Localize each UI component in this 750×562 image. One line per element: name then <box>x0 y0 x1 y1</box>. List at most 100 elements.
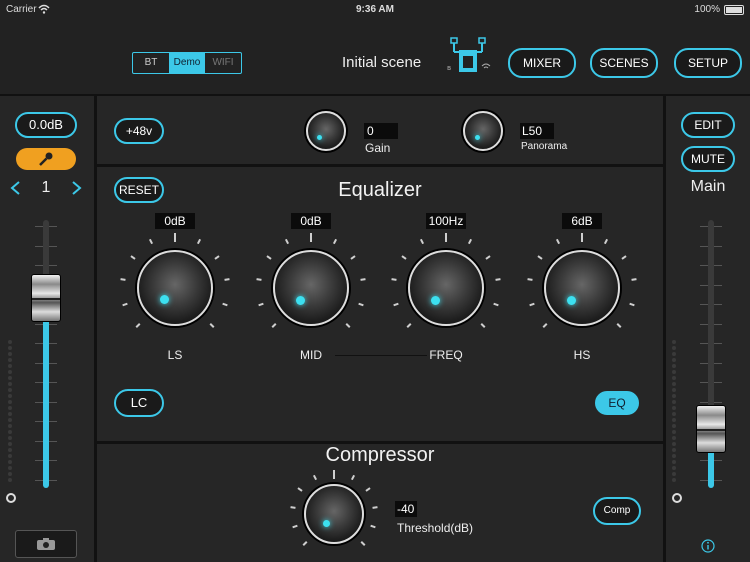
compressor-toggle-button[interactable]: Comp <box>593 497 641 525</box>
mid-knob-indicator <box>296 296 305 305</box>
meter-dot <box>8 418 12 422</box>
mid-knob[interactable] <box>273 250 349 326</box>
knob-tick <box>372 506 378 509</box>
knob-tick <box>302 540 308 546</box>
main-fader-handle[interactable] <box>696 405 726 454</box>
meter-dot <box>8 448 12 452</box>
previous-channel-icon[interactable] <box>8 180 22 196</box>
threshold-knob[interactable] <box>304 484 364 544</box>
meter-dot <box>672 460 676 464</box>
meter-dot <box>672 406 676 410</box>
svg-text:ʙ: ʙ <box>447 64 451 72</box>
knob-tick <box>480 322 486 328</box>
knob-tick <box>129 254 136 260</box>
meter-dot <box>672 418 676 422</box>
meter-dot <box>8 478 12 482</box>
mixer-button[interactable]: MIXER <box>508 48 576 78</box>
top-bar: BT Demo WIFI Initial scene ʙ MIXER SCENE… <box>0 20 750 96</box>
phantom-power-button[interactable]: +48v <box>114 118 164 144</box>
meter-dot <box>8 346 12 350</box>
eq-toggle-button[interactable]: EQ <box>595 391 639 415</box>
snapshot-button[interactable] <box>15 530 77 558</box>
knob-tick <box>616 322 622 328</box>
threshold-value: -40 <box>395 501 417 517</box>
meter-dot <box>8 454 12 458</box>
meter-dot <box>8 400 12 404</box>
meter-dot <box>672 448 676 452</box>
meter-dot <box>672 436 676 440</box>
meter-dot <box>8 370 12 374</box>
meter-dot <box>672 364 676 368</box>
knob-tick <box>391 278 397 282</box>
setup-button[interactable]: SETUP <box>674 48 742 78</box>
meter-dot <box>672 478 676 482</box>
device-link-icon: ʙ <box>447 37 491 72</box>
knob-tick <box>313 474 318 480</box>
meter-dot <box>672 376 676 380</box>
meter-dot <box>8 358 12 362</box>
knob-tick <box>529 302 535 306</box>
panorama-knob[interactable] <box>463 111 503 151</box>
tab-demo[interactable]: Demo <box>169 53 205 73</box>
knob-tick <box>536 254 543 260</box>
knob-tick <box>350 254 357 260</box>
next-channel-icon[interactable] <box>70 180 84 196</box>
meter-dot <box>8 394 12 398</box>
mid-freq-link-line <box>335 355 427 356</box>
freq-label: FREQ <box>429 348 463 362</box>
gain-knob[interactable] <box>306 111 346 151</box>
mute-button[interactable]: MUTE <box>681 146 735 172</box>
knob-tick <box>209 322 215 328</box>
meter-dot <box>8 466 12 470</box>
meter-dot <box>672 358 676 362</box>
connection-selector[interactable]: BT Demo WIFI <box>132 52 242 74</box>
meter-dot <box>8 460 12 464</box>
meter-dot <box>672 394 676 398</box>
meter-dot <box>8 442 12 446</box>
knob-tick <box>332 238 337 244</box>
threshold-label: Threshold(dB) <box>397 521 474 535</box>
battery-icon <box>724 5 744 15</box>
knob-tick <box>345 322 351 328</box>
meter-dot <box>672 346 676 350</box>
mic-input-button[interactable] <box>16 148 76 170</box>
channel-strip: 0.0dB 1 <box>0 96 94 562</box>
eq-reset-button[interactable]: RESET <box>114 177 164 203</box>
tab-wifi[interactable]: WIFI <box>205 53 241 73</box>
edit-button[interactable]: EDIT <box>681 112 735 138</box>
ls-knob[interactable] <box>137 250 213 326</box>
knob-tick <box>290 506 296 509</box>
main-meter-clip-indicator <box>672 493 682 503</box>
knob-tick <box>310 233 312 242</box>
battery-percent: 100% <box>694 4 720 15</box>
meter-dot <box>672 430 676 434</box>
knob-tick <box>467 238 472 244</box>
channel-level-display[interactable]: 0.0dB <box>15 112 77 138</box>
knob-tick <box>135 322 141 328</box>
hs-value: 6dB <box>562 213 602 229</box>
knob-tick <box>445 233 447 242</box>
meter-dot <box>8 406 12 410</box>
scenes-button[interactable]: SCENES <box>590 48 658 78</box>
knob-tick <box>358 302 364 306</box>
freq-value: 100Hz <box>426 213 466 229</box>
knob-tick <box>265 254 272 260</box>
gain-label: Gain <box>365 141 391 155</box>
info-icon[interactable] <box>701 539 715 553</box>
meter-dot <box>672 454 676 458</box>
freq-knob[interactable] <box>408 250 484 326</box>
meter-dot <box>672 442 676 446</box>
meter-dot <box>8 376 12 380</box>
knob-tick <box>224 278 230 282</box>
ls-value: 0dB <box>155 213 195 229</box>
tab-bt[interactable]: BT <box>133 53 169 73</box>
meter-dot <box>8 340 12 344</box>
main-strip: EDIT MUTE Main <box>666 96 750 562</box>
knob-tick <box>603 238 608 244</box>
meter-dot <box>672 370 676 374</box>
meter-dot <box>672 388 676 392</box>
channel-fader-handle[interactable] <box>31 273 61 322</box>
hs-knob[interactable] <box>544 250 620 326</box>
low-cut-button[interactable]: LC <box>114 389 164 417</box>
knob-tick <box>122 302 128 306</box>
